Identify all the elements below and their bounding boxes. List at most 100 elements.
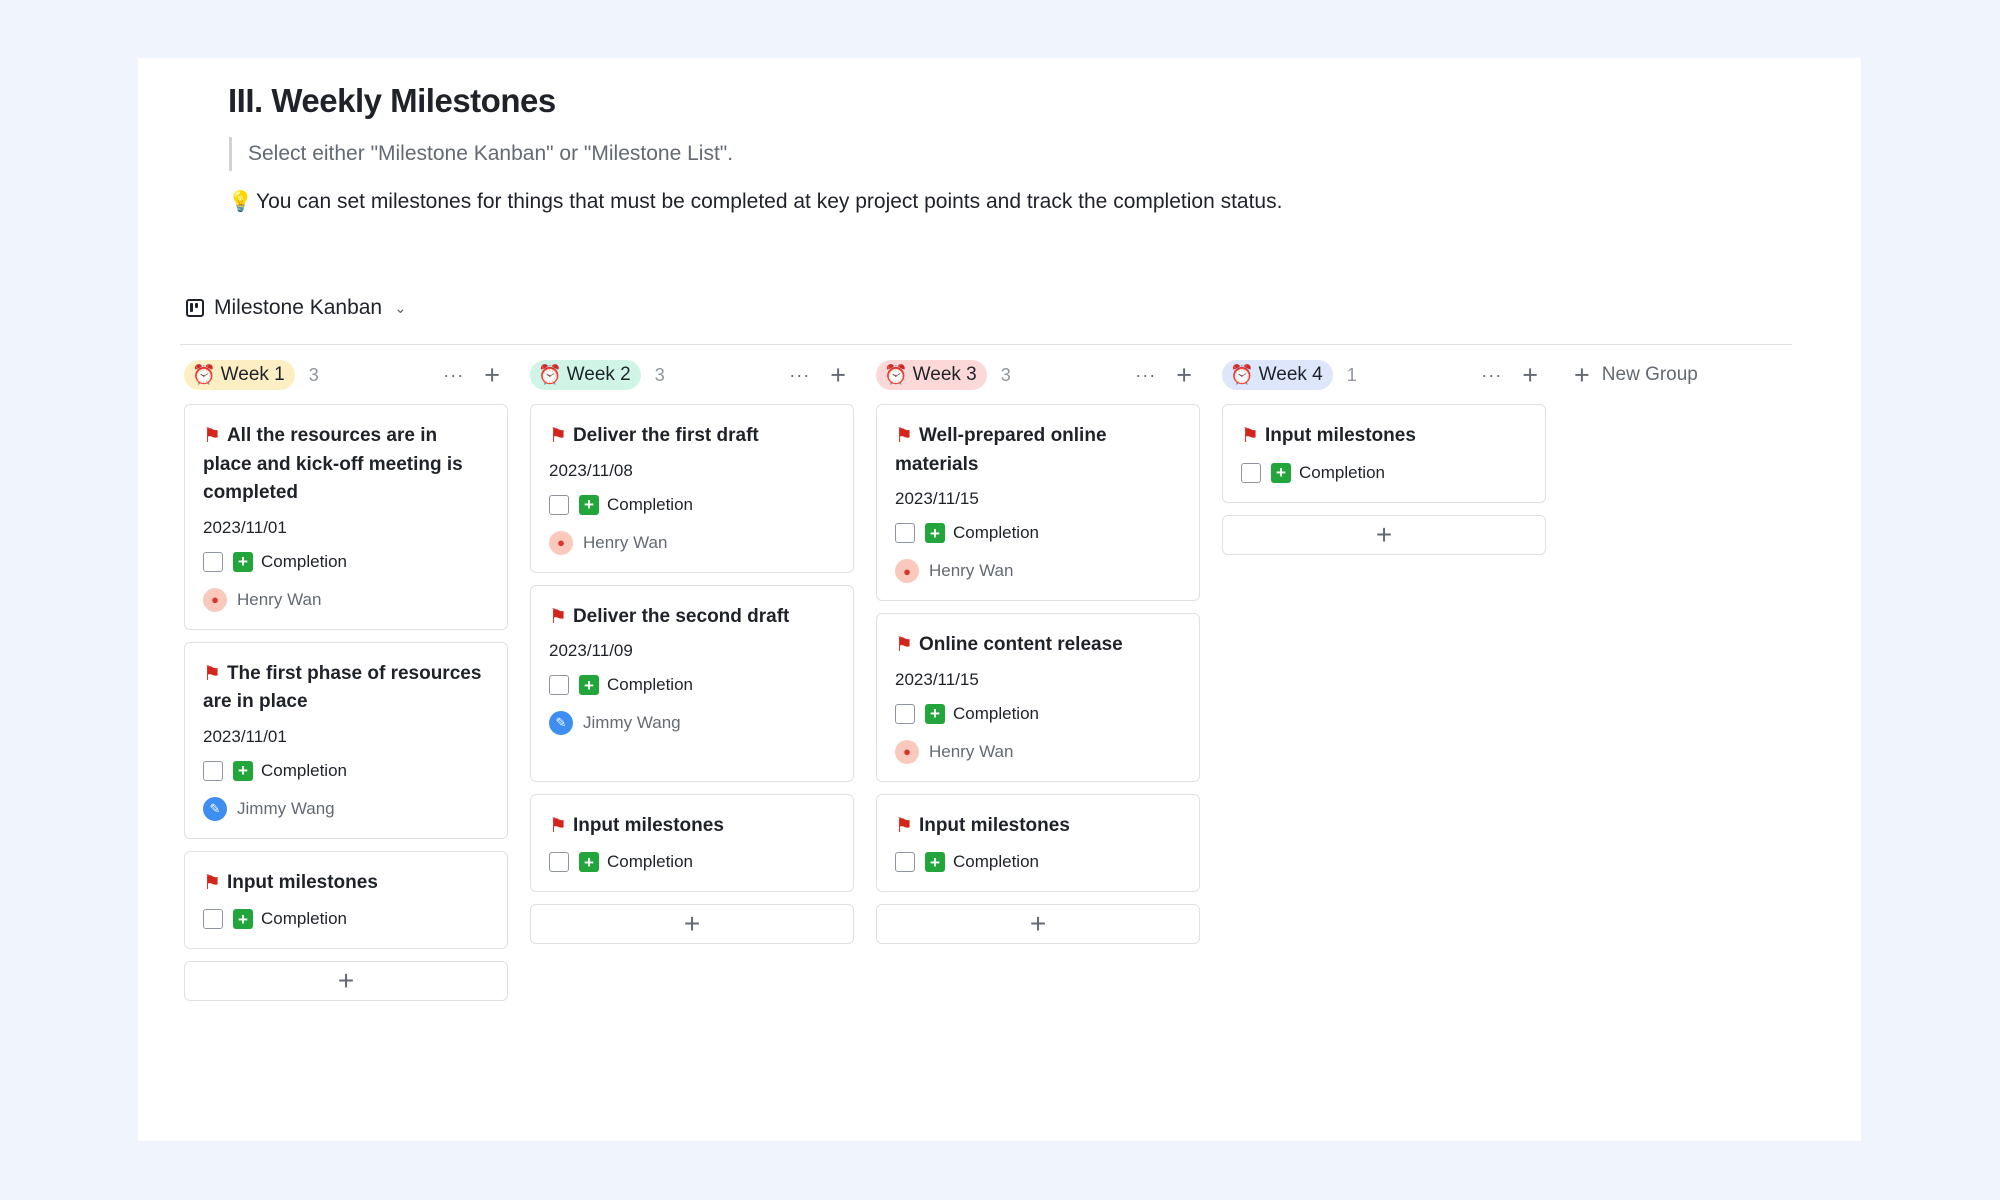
flag-icon: ⚑ — [203, 425, 221, 447]
card-title: ⚑ Input milestones — [203, 868, 489, 898]
column-actions: ··· + — [1481, 358, 1538, 392]
apple-avatar-icon: ● — [203, 587, 227, 612]
completion-label: Completion — [953, 523, 1039, 542]
completion-checkbox[interactable] — [203, 551, 223, 572]
completion-field: + Completion — [895, 850, 1181, 874]
milestone-card[interactable]: ⚑ The first phase of resources are in pla… — [184, 641, 508, 839]
completion-field: + Completion — [895, 521, 1181, 545]
flag-icon: ⚑ — [549, 605, 567, 628]
milestone-card[interactable]: ⚑ Input milestones + Completion — [1222, 404, 1546, 503]
card-title-text: Input milestones — [918, 814, 1070, 836]
flag-icon: ⚑ — [203, 662, 221, 685]
card-title-text: Deliver the first draft — [572, 425, 759, 446]
assignee: ● Henry Wan — [549, 530, 835, 555]
tip-text: You can set milestones for things that m… — [256, 190, 1283, 213]
card-title-text: The first phase of resources are in plac… — [203, 662, 482, 713]
add-card-button[interactable]: + — [184, 961, 508, 1001]
column-header: ⏰ Week 1 3 ··· + — [184, 358, 508, 392]
apple-avatar-icon: ● — [895, 739, 919, 764]
flag-icon: ⚑ — [895, 634, 913, 656]
green-plus-icon: + — [579, 675, 599, 695]
flag-icon: ⚑ — [1241, 425, 1259, 447]
milestone-card[interactable]: ⚑ Input milestones + Completion — [530, 793, 854, 892]
green-plus-icon: + — [925, 703, 945, 724]
more-icon[interactable]: ··· — [789, 365, 810, 386]
assignee-name: Henry Wan — [237, 589, 322, 609]
completion-label: Completion — [607, 494, 693, 514]
completion-checkbox[interactable] — [203, 760, 223, 781]
completion-checkbox[interactable] — [549, 675, 569, 695]
card-title: ⚑ Input milestones — [895, 811, 1181, 841]
milestone-card[interactable]: ⚑ Input milestones + Completion — [184, 850, 508, 949]
week-tag[interactable]: ⏰ Week 2 — [530, 360, 641, 390]
completion-checkbox[interactable] — [549, 852, 569, 872]
flag-icon: ⚑ — [895, 814, 913, 837]
green-plus-icon: + — [579, 494, 599, 515]
view-switcher[interactable]: Milestone Kanban ⌄ — [186, 296, 407, 320]
flag-icon: ⚑ — [549, 425, 567, 447]
instruction-quote: Select either "Milestone Kanban" or "Mil… — [229, 137, 733, 171]
more-icon[interactable]: ··· — [1135, 365, 1156, 386]
week-label: Week 4 — [1258, 364, 1323, 385]
card-title-text: All the resources are in place and kick-… — [203, 425, 463, 503]
completion-field: + Completion — [895, 702, 1181, 726]
card-title: ⚑ Input milestones — [549, 811, 835, 841]
card-title: ⚑ Input milestones — [1241, 421, 1527, 451]
card-date: 2023/11/15 — [895, 489, 979, 508]
flag-icon: ⚑ — [203, 871, 221, 894]
new-group-label: New Group — [1601, 364, 1698, 385]
lightbulb-icon: 💡 — [228, 191, 253, 213]
feather-avatar-icon: ✎ — [203, 796, 227, 821]
milestone-card[interactable]: ⚑ All the resources are in place and kick… — [184, 404, 508, 630]
milestone-card[interactable]: ⚑ Deliver the first draft 2023/11/08 + Compl… — [530, 404, 854, 573]
completion-checkbox[interactable] — [549, 494, 569, 515]
kanban-column: ⏰ Week 4 1 ··· + ⚑ Input milestones + Completion… — [1222, 358, 1546, 555]
kanban-icon — [186, 299, 204, 317]
completion-checkbox[interactable] — [895, 523, 915, 543]
card-title: ⚑ Well-prepared online materials — [895, 421, 1181, 479]
completion-checkbox[interactable] — [895, 703, 915, 724]
apple-avatar-icon: ● — [895, 559, 919, 583]
plus-icon[interactable]: + — [830, 361, 846, 389]
week-label: Week 3 — [912, 364, 977, 385]
chevron-down-icon[interactable]: ⌄ — [394, 299, 407, 317]
add-card-button[interactable]: + — [530, 904, 854, 944]
week-tag[interactable]: ⏰ Week 3 — [876, 360, 987, 390]
more-icon[interactable]: ··· — [443, 365, 464, 386]
view-label: Milestone Kanban — [214, 296, 383, 319]
kanban-column: ⏰ Week 3 3 ··· + ⚑ Well-prepared online materi… — [876, 358, 1200, 944]
card-title-text: Online content release — [918, 634, 1123, 655]
plus-icon[interactable]: + — [484, 361, 500, 389]
milestone-card[interactable]: ⚑ Input milestones + Completion — [876, 793, 1200, 892]
card-count: 3 — [654, 364, 665, 385]
completion-checkbox[interactable] — [1241, 462, 1261, 483]
card-date: 2023/11/01 — [203, 517, 287, 537]
add-card-button[interactable]: + — [876, 904, 1200, 944]
plus-icon[interactable]: + — [1522, 361, 1538, 389]
more-icon[interactable]: ··· — [1481, 365, 1502, 386]
completion-label: Completion — [953, 703, 1039, 723]
new-group-button[interactable]: + New Group — [1574, 358, 1698, 392]
milestone-card[interactable]: ⚑ Well-prepared online materials 2023/11/1… — [876, 404, 1200, 601]
completion-checkbox[interactable] — [895, 852, 915, 872]
assignee: ● Henry Wan — [203, 587, 489, 612]
completion-label: Completion — [607, 675, 693, 694]
card-date: 2023/11/08 — [549, 460, 633, 480]
assignee: ● Henry Wan — [895, 739, 1181, 764]
page-title: III. Weekly Milestones — [228, 82, 556, 119]
card-title: ⚑ All the resources are in place and kick… — [203, 421, 489, 508]
week-label: Week 2 — [566, 364, 631, 385]
add-card-button[interactable]: + — [1222, 514, 1546, 555]
completion-field: + Completion — [1241, 461, 1527, 485]
completion-field: + Completion — [549, 673, 835, 697]
green-plus-icon: + — [925, 852, 945, 872]
completion-checkbox[interactable] — [203, 909, 223, 929]
assignee-name: Henry Wan — [583, 532, 668, 552]
completion-label: Completion — [261, 760, 347, 780]
milestone-card[interactable]: ⚑ Deliver the second draft 2023/11/09 + Comp… — [530, 584, 854, 782]
column-header: ⏰ Week 2 3 ··· + — [530, 358, 854, 392]
milestone-card[interactable]: ⚑ Online content release 2023/11/15 + Comple… — [876, 613, 1200, 782]
week-tag[interactable]: ⏰ Week 4 — [1222, 360, 1333, 390]
plus-icon[interactable]: + — [1176, 361, 1192, 389]
week-tag[interactable]: ⏰ Week 1 — [184, 360, 295, 390]
